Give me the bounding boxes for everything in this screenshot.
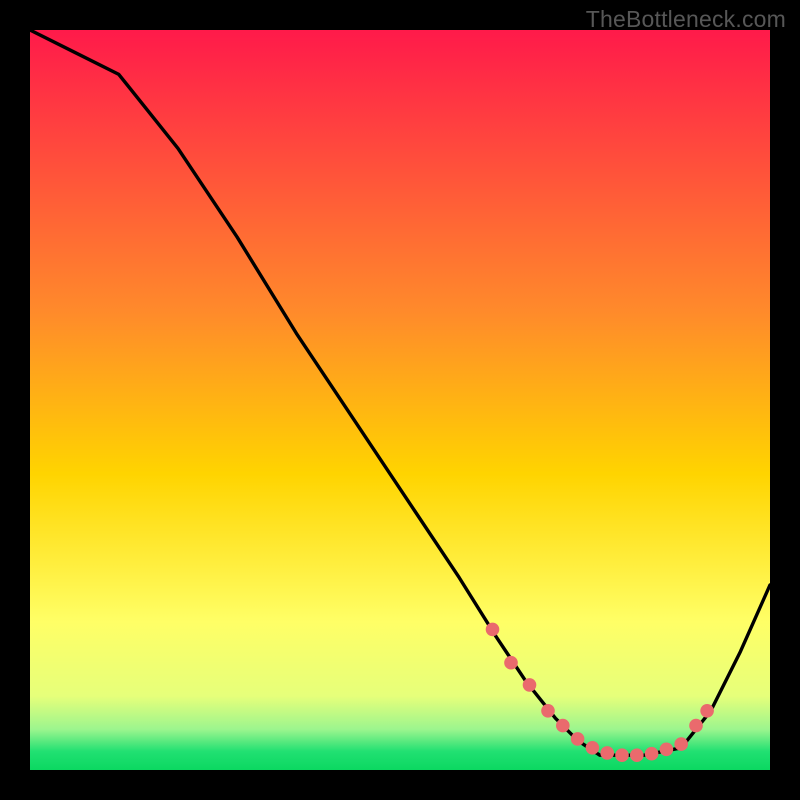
marker-dot bbox=[630, 748, 644, 762]
gradient-background bbox=[30, 30, 770, 770]
marker-dot bbox=[615, 748, 629, 762]
marker-dot bbox=[541, 704, 555, 718]
watermark-text: TheBottleneck.com bbox=[586, 6, 786, 33]
marker-dot bbox=[660, 742, 674, 756]
marker-dot bbox=[689, 719, 703, 733]
marker-dot bbox=[486, 623, 500, 637]
marker-dot bbox=[700, 704, 714, 718]
marker-dot bbox=[556, 719, 570, 733]
plot-panel bbox=[30, 30, 770, 770]
marker-dot bbox=[504, 656, 518, 670]
marker-dot bbox=[645, 747, 659, 761]
marker-dot bbox=[571, 732, 585, 746]
plot-svg bbox=[30, 30, 770, 770]
chart-stage: TheBottleneck.com bbox=[0, 0, 800, 800]
marker-dot bbox=[674, 737, 688, 751]
marker-dot bbox=[523, 678, 537, 692]
marker-dot bbox=[600, 746, 614, 760]
marker-dot bbox=[586, 741, 600, 755]
